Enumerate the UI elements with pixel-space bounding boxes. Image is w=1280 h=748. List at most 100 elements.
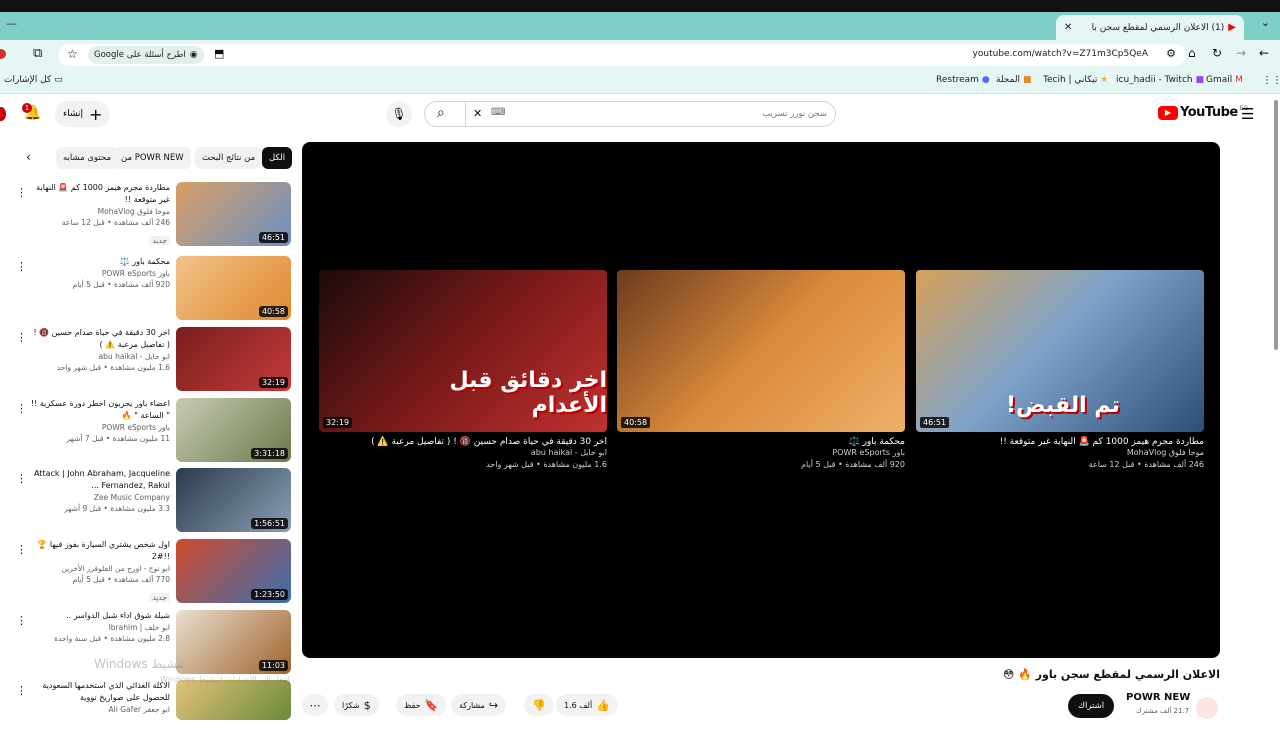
dislike-button[interactable]: 👎 [524, 694, 554, 716]
search-icon[interactable]: ⌕ [437, 105, 445, 121]
sidebar-video-title[interactable]: مطاردة مجرم هيمز 1000 كم 🚨 النهاية غير م… [28, 182, 170, 206]
end-screen-card[interactable]: اخر دقائق قبل الأعدام 32:19 اخر 30 دقيقة… [319, 270, 607, 471]
sidebar-video[interactable]: ⋮ Attack | John Abraham, Jacqueline Fern… [0, 468, 292, 536]
create-button[interactable]: إنشاء + [55, 101, 111, 127]
url-box[interactable]: ☆ Google اطرح أسئلة على ◉ ⬒ youtube.com/… [58, 44, 1186, 66]
url-text[interactable]: youtube.com/watch?v=Z71m3Cp5QeA [973, 49, 1148, 59]
profile-icon[interactable] [0, 49, 6, 59]
sidebar-video-channel[interactable]: Zee Music Company [28, 492, 170, 503]
bookmark-restream[interactable]: Restream ● [936, 75, 990, 85]
chips-scroll-icon[interactable]: ‹ [26, 150, 31, 164]
sidebar-video-thumbnail[interactable]: 46:51 [176, 182, 291, 246]
sidebar-video-title[interactable]: اعضاء باور يجربون اخطر دورة عسكرية !! " … [28, 398, 170, 422]
sidebar-video-channel[interactable]: ابو حايل - abu haikal [28, 351, 170, 362]
sidebar-video-thumbnail[interactable]: 3:31:18 [176, 398, 291, 462]
forward-icon[interactable]: → [1236, 46, 1246, 60]
home-icon[interactable]: ⌂ [1188, 46, 1196, 60]
more-actions-button[interactable]: ⋯ [302, 694, 328, 716]
chip-from-channel[interactable]: من POWR NEW [114, 147, 191, 169]
sidebar-video[interactable]: ⋮ اعضاء باور يجربون اخطر دورة عسكرية !! … [0, 398, 292, 466]
sidebar-video-thumbnail[interactable]: 1:56:51 [176, 468, 291, 532]
bookmark-tecih[interactable]: Tecih | تيكاني ★ [1043, 75, 1108, 85]
menu-hamburger-icon[interactable]: ☰ [1241, 105, 1254, 123]
sidebar-video[interactable]: ⋮ محكمة باور ⚖️ باور POWR eSports 920 أل… [0, 256, 292, 324]
clear-search-icon[interactable]: ✕ [473, 107, 482, 120]
youtube-logo[interactable]: ▶ YouTube EG [1158, 105, 1248, 120]
keyboard-icon[interactable]: ⌨ [491, 107, 505, 118]
sidebar-video-thumbnail[interactable]: 1:23:50 [176, 539, 291, 603]
search-input[interactable] [515, 105, 827, 123]
video-options-icon[interactable]: ⋮ [16, 684, 27, 697]
channel-name[interactable]: POWR NEW [1126, 692, 1190, 703]
channel-avatar[interactable] [1196, 697, 1218, 719]
page-scrollbar[interactable] [1274, 100, 1278, 350]
video-options-icon[interactable]: ⋮ [16, 543, 27, 556]
sidebar-video-channel[interactable]: ابو جعفر Ali Gafer [28, 704, 170, 715]
video-options-icon[interactable]: ⋮ [16, 402, 27, 415]
sidebar-video[interactable]: ⋮ مطاردة مجرم هيمز 1000 كم 🚨 النهاية غير… [0, 182, 292, 250]
chip-from-search[interactable]: من نتائج البحث [195, 147, 263, 169]
sidebar-video-meta: 11 مليون مشاهدة • قبل 7 أشهر [66, 434, 170, 443]
bookmark-twitch[interactable]: icu_hadii - Twitch ■ [1116, 75, 1204, 85]
video-options-icon[interactable]: ⋮ [16, 260, 27, 273]
sidebar-video-thumbnail[interactable]: 40:58 [176, 256, 291, 320]
thanks-button[interactable]: شكرًا $ [334, 694, 379, 716]
share-button[interactable]: مشاركة ↪ [451, 694, 507, 716]
back-icon[interactable]: ← [1259, 46, 1269, 60]
sidebar-video-meta: 2.8 مليون مشاهدة • قبل سنة واحدة [54, 634, 170, 643]
bookmark-gmail[interactable]: Gmail M [1206, 75, 1243, 85]
search-box[interactable]: ⌕ ✕ ⌨ [424, 101, 836, 127]
sidebar-video-channel[interactable]: ابو نوح - اورج من الفلوقرز الأخرين [28, 563, 170, 574]
reload-icon[interactable]: ↻ [1212, 46, 1222, 60]
thanks-label: شكرًا [342, 700, 360, 710]
sidebar-video-title[interactable]: محكمة باور ⚖️ [28, 256, 170, 268]
sidebar-video[interactable]: ⋮ اخر 30 دقيقة في حياة صدام حسين 🔞 ! ( ت… [0, 327, 292, 395]
save-bookmark-icon: 🔖 [424, 698, 439, 712]
tab-active[interactable]: ▶ (1) الاعلان الرسمي لمقطع سجن با ✕ [1056, 15, 1244, 40]
video-duration: 32:19 [258, 377, 288, 388]
sidebar-video-channel[interactable]: باور POWR eSports [28, 422, 170, 433]
video-options-icon[interactable]: ⋮ [16, 614, 27, 627]
sidebar-video-thumbnail[interactable]: 32:19 [176, 327, 291, 391]
chip-all[interactable]: الكل [262, 147, 293, 169]
tab-search-icon[interactable]: ⌄ [1261, 16, 1270, 29]
end-screen-card[interactable]: 40:58 محكمة باور ⚖️ باور POWR eSports 92… [617, 270, 905, 471]
bookmark-star-icon[interactable]: ☆ [67, 47, 78, 61]
chip-similar[interactable]: محتوى مشابه [56, 147, 118, 169]
end-card-thumbnail[interactable]: 40:58 [617, 270, 905, 432]
sidebar-video-channel[interactable]: موحا فلوق MohaVlog [28, 206, 170, 217]
sidebar-video-title[interactable]: اخر 30 دقيقة في حياة صدام حسين 🔞 ! ( تفا… [28, 327, 170, 351]
sidebar-video-thumbnail[interactable]: 11:03 [176, 610, 291, 674]
google-lens-chip[interactable]: Google اطرح أسئلة على ◉ [88, 46, 204, 64]
sidebar-video-title[interactable]: شيلة شوق اداء شبل الدواسر .. [28, 610, 170, 622]
sidebar-video[interactable]: ⋮ الاكلة الغذائي الذي استخدمها السعودية … [0, 680, 292, 748]
extensions-icon[interactable]: ⧉ [33, 46, 42, 61]
end-card-thumbnail[interactable]: تم القبض! 46:51 [916, 270, 1204, 432]
save-button[interactable]: حفظ 🔖 [396, 694, 447, 716]
share-label: مشاركة [459, 700, 485, 710]
sidebar-video[interactable]: ⋮ اول شخص يشتري السيارة بفوز فيها 🏆 !!#2… [0, 539, 292, 607]
bookmark-magazine[interactable]: المجلة ■ [996, 75, 1031, 85]
plus-icon: + [89, 104, 103, 124]
like-button[interactable]: 1.6 ألف 👍 [556, 694, 618, 716]
sidebar-video-title[interactable]: Attack | John Abraham, Jacqueline Fernan… [28, 468, 170, 492]
minimize-icon[interactable]: — [6, 17, 17, 30]
video-options-icon[interactable]: ⋮ [16, 186, 27, 199]
sidebar-video-title[interactable]: اول شخص يشتري السيارة بفوز فيها 🏆 !!#2 [28, 539, 170, 563]
sidebar-video-thumbnail[interactable] [176, 680, 291, 720]
sidebar-video-channel[interactable]: ابو خلف | Ibrahim [28, 622, 170, 633]
sidebar-video-channel[interactable]: باور POWR eSports [28, 268, 170, 279]
more-bookmarks-icon[interactable]: ⋮⋮ [1262, 75, 1280, 86]
end-card-thumbnail[interactable]: اخر دقائق قبل الأعدام 32:19 [319, 270, 607, 432]
video-options-icon[interactable]: ⋮ [16, 472, 27, 485]
subscribe-button[interactable]: اشتراك [1068, 694, 1115, 718]
voice-search-icon[interactable]: 🎙 [386, 101, 412, 127]
site-settings-icon[interactable]: ⚙ [1166, 47, 1176, 60]
os-top-bar [0, 0, 1280, 12]
install-app-icon[interactable]: ⬒ [214, 47, 224, 60]
close-tab-icon[interactable]: ✕ [1064, 22, 1072, 33]
video-options-icon[interactable]: ⋮ [16, 331, 27, 344]
account-avatar[interactable] [0, 107, 6, 121]
end-screen-card[interactable]: تم القبض! 46:51 مطاردة مجرم هيمز 1000 كم… [916, 270, 1204, 471]
bookmark-all[interactable]: كل الإشارات ▭ [4, 75, 63, 85]
